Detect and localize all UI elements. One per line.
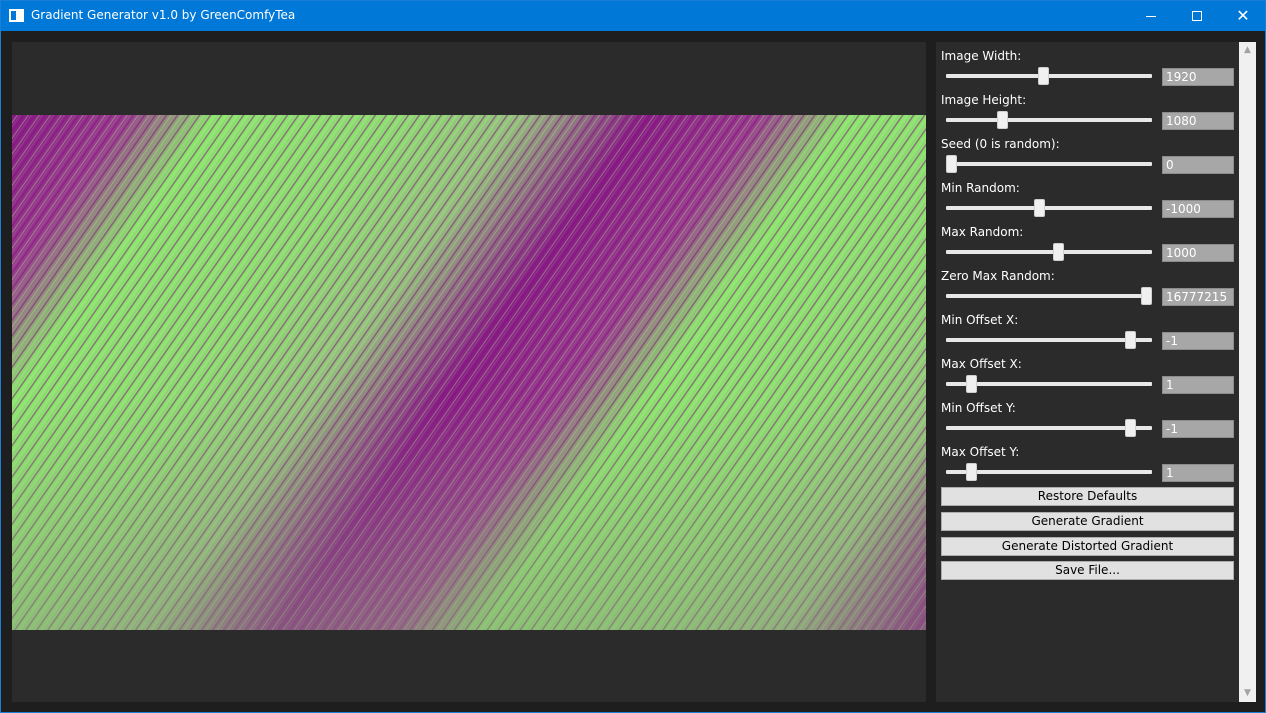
min-random-value-field[interactable]: -1000 — [1162, 200, 1234, 218]
slider-thumb[interactable] — [1034, 199, 1045, 217]
seed-label: Seed (0 is random): — [941, 137, 1060, 151]
vertical-scrollbar[interactable]: ▲ ▼ — [1239, 42, 1256, 702]
image-height-label: Image Height: — [941, 93, 1027, 107]
slider-thumb[interactable] — [966, 463, 977, 481]
slider-thumb[interactable] — [997, 111, 1008, 129]
settings-panel: Restore Defaults Generate Gradient Gener… — [936, 42, 1239, 702]
min-offset-x-slider[interactable] — [946, 330, 1152, 350]
min-offset-x-value-field[interactable]: -1 — [1162, 332, 1234, 350]
maximize-button[interactable] — [1174, 1, 1220, 31]
max-offset-y-value-field[interactable]: 1 — [1162, 464, 1234, 482]
minimize-icon — [1146, 15, 1156, 17]
restore-defaults-button[interactable]: Restore Defaults — [941, 487, 1234, 506]
slider-thumb[interactable] — [1125, 419, 1136, 437]
seed-value-field[interactable]: 0 — [1162, 156, 1234, 174]
min-offset-x-label: Min Offset X: — [941, 313, 1019, 327]
generate-gradient-button[interactable]: Generate Gradient — [941, 512, 1234, 531]
max-offset-x-slider[interactable] — [946, 374, 1152, 394]
slider-track[interactable] — [946, 250, 1152, 254]
close-button[interactable]: ✕ — [1220, 1, 1266, 31]
min-offset-y-slider[interactable] — [946, 418, 1152, 438]
image-width-label: Image Width: — [941, 49, 1022, 63]
seed-slider[interactable] — [946, 154, 1152, 174]
max-offset-y-label: Max Offset Y: — [941, 445, 1020, 459]
slider-track[interactable] — [946, 206, 1152, 210]
slider-track[interactable] — [946, 426, 1152, 430]
slider-track[interactable] — [946, 294, 1152, 298]
image-height-slider[interactable] — [946, 110, 1152, 130]
min-random-label: Min Random: — [941, 181, 1020, 195]
slider-thumb[interactable] — [946, 155, 957, 173]
window-title: Gradient Generator v1.0 by GreenComfyTea — [31, 8, 296, 22]
save-file-button[interactable]: Save File... — [941, 561, 1234, 580]
app-window: Gradient Generator v1.0 by GreenComfyTea… — [0, 0, 1266, 713]
slider-track[interactable] — [946, 118, 1152, 122]
image-width-value-field[interactable]: 1920 — [1162, 68, 1234, 86]
image-height-value-field[interactable]: 1080 — [1162, 112, 1234, 130]
scroll-up-icon[interactable]: ▲ — [1239, 42, 1256, 59]
app-window-icon — [9, 9, 24, 22]
image-width-slider[interactable] — [946, 66, 1152, 86]
slider-thumb[interactable] — [1141, 287, 1152, 305]
slider-thumb[interactable] — [966, 375, 977, 393]
max-random-value-field[interactable]: 1000 — [1162, 244, 1234, 262]
slider-thumb[interactable] — [1038, 67, 1049, 85]
slider-thumb[interactable] — [1125, 331, 1136, 349]
close-icon: ✕ — [1236, 6, 1250, 25]
max-offset-x-value-field[interactable]: 1 — [1162, 376, 1234, 394]
zero-max-random-value-field[interactable]: 16777215 — [1162, 288, 1234, 306]
generate-distorted-gradient-button[interactable]: Generate Distorted Gradient — [941, 537, 1234, 556]
slider-thumb[interactable] — [1053, 243, 1064, 261]
max-random-slider[interactable] — [946, 242, 1152, 262]
min-offset-y-label: Min Offset Y: — [941, 401, 1016, 415]
minimize-button[interactable] — [1128, 1, 1174, 31]
zero-max-random-slider[interactable] — [946, 286, 1152, 306]
slider-track[interactable] — [946, 338, 1152, 342]
min-offset-y-value-field[interactable]: -1 — [1162, 420, 1234, 438]
max-random-label: Max Random: — [941, 225, 1024, 239]
max-offset-x-label: Max Offset X: — [941, 357, 1022, 371]
gradient-canvas — [12, 115, 926, 630]
slider-track[interactable] — [946, 162, 1152, 166]
zero-max-random-label: Zero Max Random: — [941, 269, 1055, 283]
slider-track[interactable] — [946, 74, 1152, 78]
max-offset-y-slider[interactable] — [946, 462, 1152, 482]
gradient-preview-image — [12, 115, 926, 630]
preview-panel — [12, 42, 926, 702]
scroll-down-icon[interactable]: ▼ — [1239, 685, 1256, 702]
title-bar[interactable]: Gradient Generator v1.0 by GreenComfyTea… — [1, 1, 1265, 31]
maximize-icon — [1192, 11, 1202, 21]
min-random-slider[interactable] — [946, 198, 1152, 218]
